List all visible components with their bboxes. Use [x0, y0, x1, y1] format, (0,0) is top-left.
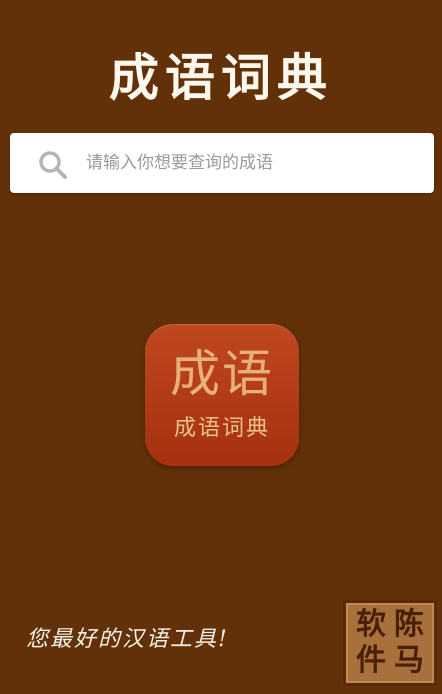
seal-char: 马: [394, 643, 424, 678]
tagline: 您最好的汉语工具!: [26, 627, 229, 652]
seal-char: 件: [356, 643, 386, 678]
logo-sub-text: 成语词典: [173, 416, 270, 441]
app-logo: 成语 成语词典: [145, 324, 299, 466]
seal-char: 陈: [394, 607, 424, 642]
search-icon: [38, 150, 68, 180]
search-input[interactable]: [86, 143, 416, 183]
search-bar[interactable]: [10, 133, 434, 193]
app-title: 成语词典: [109, 48, 333, 107]
seal-char: 软: [356, 607, 386, 642]
logo-main-text: 成语: [170, 345, 274, 403]
seal-stamp: 软 陈 件 马: [343, 600, 437, 686]
